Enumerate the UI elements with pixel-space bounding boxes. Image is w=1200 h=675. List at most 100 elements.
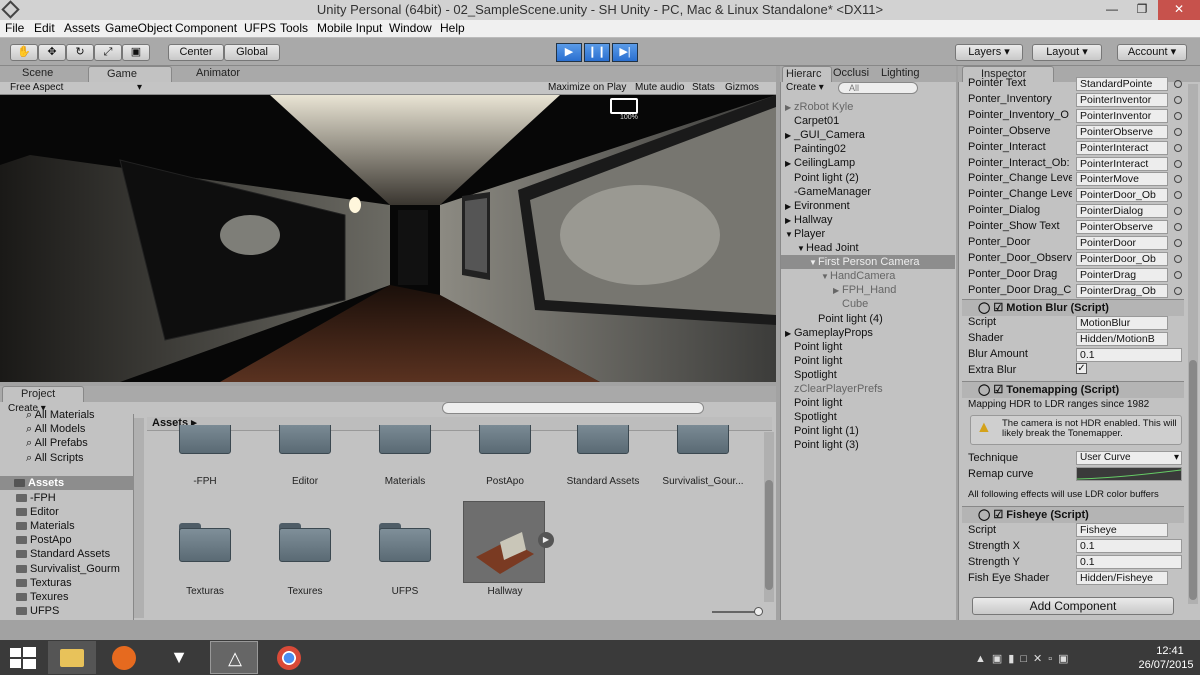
asset-folder-icon[interactable] (677, 425, 729, 455)
hierarchy-item[interactable]: Cube (781, 297, 955, 311)
asset-folder-icon[interactable] (179, 425, 231, 455)
fisheye-header[interactable]: ◯ ☑ Fisheye (Script) (962, 506, 1184, 523)
tonemapping-header[interactable]: ◯ ☑ Tonemapping (Script) (962, 381, 1184, 398)
tree-folder[interactable]: Survivalist_Gourm (16, 562, 134, 576)
hierarchy-item[interactable]: Point light (1) (781, 424, 955, 438)
menu-window[interactable]: Window (389, 21, 432, 35)
account-dropdown[interactable]: Account ▾ (1117, 44, 1187, 61)
tab-project[interactable]: Project (2, 386, 84, 402)
object-picker-icon[interactable] (1174, 127, 1182, 136)
object-picker-icon[interactable] (1174, 270, 1182, 279)
hierarchy-item[interactable]: ▼HandCamera (781, 269, 955, 283)
fe-shader-field[interactable]: Hidden/Fisheye (1076, 571, 1168, 585)
hierarchy-item[interactable]: Point light (781, 340, 955, 354)
pointer-row-field[interactable]: PointerDrag_Ob (1076, 283, 1168, 298)
pointer-row-field[interactable]: PointerInteract (1076, 156, 1168, 171)
layers-dropdown[interactable]: Layers ▾ (955, 44, 1023, 61)
layout-dropdown[interactable]: Layout ▾ (1032, 44, 1102, 61)
technique-dropdown[interactable]: User Curve ▾ (1076, 451, 1182, 465)
menu-assets[interactable]: Assets (64, 21, 100, 35)
object-picker-icon[interactable] (1174, 95, 1182, 104)
expand-arrow-icon[interactable]: ▶ (785, 157, 794, 171)
mb-script-field[interactable]: MotionBlur (1076, 316, 1168, 330)
tree-root-assets[interactable]: Assets (0, 476, 134, 490)
hierarchy-item[interactable]: Point light (781, 396, 955, 410)
expand-arrow-icon[interactable]: ▶ (785, 200, 794, 214)
asset-folder-icon[interactable] (279, 523, 331, 563)
tree-folder[interactable]: PostApo (16, 533, 134, 547)
object-picker-icon[interactable] (1174, 239, 1182, 247)
maximize-on-play-button[interactable]: Maximize on Play (548, 82, 626, 94)
rotate-tool-button[interactable]: ↻ (66, 44, 94, 61)
menu-help[interactable]: Help (440, 21, 465, 35)
pointer-row-field[interactable]: PointerInteract (1076, 140, 1168, 155)
tree-folder[interactable]: Editor (16, 505, 134, 519)
hierarchy-item[interactable]: zClearPlayerPrefs (781, 382, 955, 396)
tab-hierarchy-1[interactable]: Occlusi (830, 66, 880, 82)
tree-scrollbar[interactable] (134, 418, 144, 618)
stats-button[interactable]: Stats (692, 82, 715, 94)
menu-ufps[interactable]: UFPS (244, 21, 276, 35)
fe-script-field[interactable]: Fisheye (1076, 523, 1168, 537)
hierarchy-item[interactable]: ▶ CeilingLamp (781, 156, 955, 170)
hierarchy-item[interactable]: Point light (781, 354, 955, 368)
tree-folder[interactable]: -FPH (16, 491, 134, 505)
motion-blur-header[interactable]: ◯ ☑ Motion Blur (Script) (962, 299, 1184, 316)
expand-arrow-icon[interactable]: ▶ (785, 214, 794, 228)
asset-folder-icon[interactable] (279, 425, 331, 455)
pointer-row-field[interactable]: PointerObserve (1076, 124, 1168, 139)
fox-app-taskbar-icon[interactable]: ▼ (155, 641, 203, 674)
menu-tools[interactable]: Tools (280, 21, 308, 35)
start-button[interactable] (10, 647, 36, 669)
hierarchy-item[interactable]: ▼Player (781, 227, 955, 241)
hierarchy-item[interactable]: ▶ zRobot Kyle (781, 100, 955, 114)
expand-arrow-icon[interactable]: ▼ (785, 228, 794, 242)
maximize-button[interactable]: ❐ (1127, 0, 1157, 20)
expand-arrow-icon[interactable]: ▶ (833, 284, 842, 298)
hierarchy-item[interactable]: Spotlight (781, 410, 955, 424)
pointer-row-field[interactable]: PointerMove (1076, 172, 1168, 187)
icon-size-slider-thumb[interactable] (754, 607, 763, 616)
close-button[interactable]: ✕ (1158, 0, 1200, 20)
fe-sx-field[interactable]: 0.1 (1076, 539, 1182, 553)
object-picker-icon[interactable] (1174, 111, 1182, 120)
pause-button[interactable]: ❙❙ (584, 43, 610, 62)
asset-folder-icon[interactable] (479, 425, 531, 455)
aspect-dropdown[interactable]: Free Aspect ▾ (4, 82, 144, 95)
hallway-prefab-thumbnail[interactable] (463, 501, 545, 583)
pointer-row-field[interactable]: PointerDoor_Ob (1076, 251, 1168, 266)
tree-folder[interactable]: Texures (16, 590, 134, 604)
favorite-item[interactable]: ⌕ All Materials (26, 408, 95, 422)
menu-component[interactable]: Component (175, 21, 237, 35)
hierarchy-item[interactable]: ▼Head Joint (781, 241, 955, 255)
pointer-row-field[interactable]: PointerInventor (1076, 92, 1168, 107)
file-explorer-taskbar-icon[interactable] (48, 641, 96, 674)
tab-animator[interactable]: Animator (178, 66, 268, 82)
expand-prefab-icon[interactable]: ▶ (538, 532, 554, 548)
menu-mobile-input[interactable]: Mobile Input (317, 21, 382, 35)
hierarchy-item[interactable]: Point light (2) (781, 171, 955, 185)
favorite-item[interactable]: ⌕ All Prefabs (26, 436, 88, 450)
firefox-taskbar-icon[interactable] (100, 641, 148, 674)
tree-folder[interactable]: Standard Assets (16, 547, 134, 561)
expand-arrow-icon[interactable]: ▶ (785, 129, 794, 143)
fe-sy-field[interactable]: 0.1 (1076, 555, 1182, 569)
tab-scene[interactable]: Scene (4, 66, 86, 82)
mute-audio-button[interactable]: Mute audio (635, 82, 684, 94)
tab-hierarchy-0[interactable]: Hierarc (782, 66, 832, 82)
hierarchy-item[interactable]: -GameManager (781, 185, 955, 199)
pivot-global-button[interactable]: Global (224, 44, 280, 61)
pointer-row-field[interactable]: PointerDoor_Ob (1076, 188, 1168, 203)
play-button[interactable]: ▶ (556, 43, 582, 62)
object-picker-icon[interactable] (1174, 159, 1182, 168)
pointer-row-field[interactable]: PointerDrag (1076, 267, 1168, 282)
object-picker-icon[interactable] (1174, 254, 1182, 263)
object-picker-icon[interactable] (1174, 143, 1182, 152)
menu-file[interactable]: File (5, 21, 24, 35)
pointer-row-field[interactable]: StandardPointe (1076, 77, 1168, 91)
gizmos-button[interactable]: Gizmos (725, 82, 759, 94)
mb-shader-field[interactable]: Hidden/MotionB (1076, 332, 1168, 346)
hierarchy-item[interactable]: ▼First Person Camera (781, 255, 955, 270)
tab-game[interactable]: Game (88, 66, 172, 82)
chrome-taskbar-icon[interactable] (265, 641, 313, 674)
